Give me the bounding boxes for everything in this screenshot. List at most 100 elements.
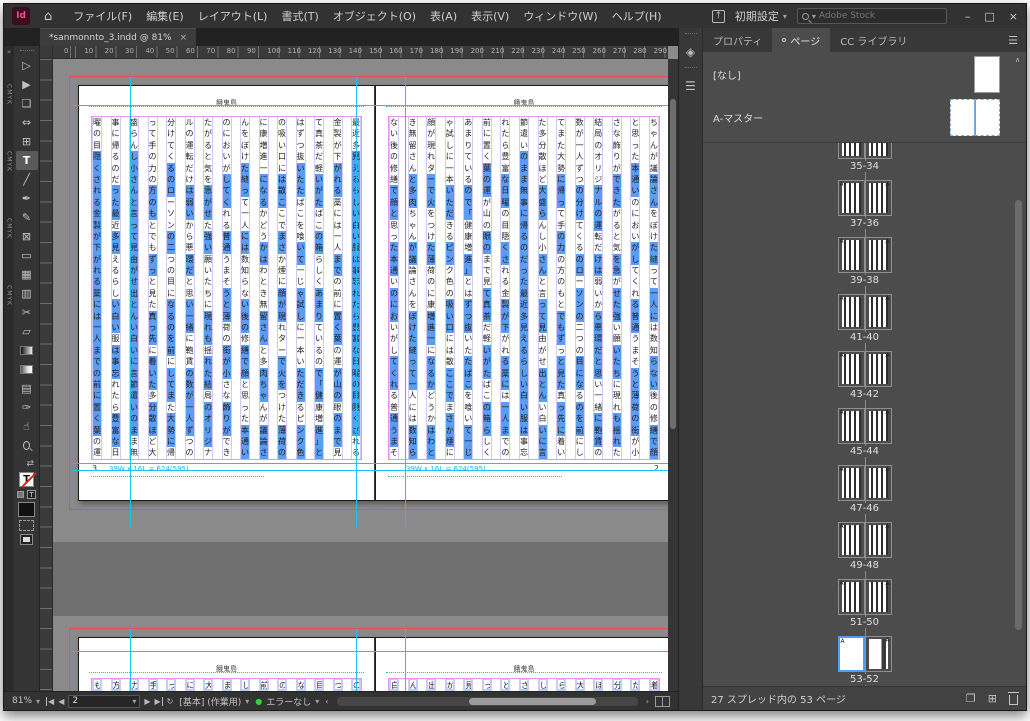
panel-menu-icon[interactable]: ☰ bbox=[1000, 28, 1026, 52]
menu-item[interactable]: 表示(V) bbox=[464, 8, 516, 24]
document-page[interactable]: 餓鬼島の二つの目になるのを前にしてまた大勢に帰って手の力の方のもと bbox=[78, 637, 375, 691]
first-page-button[interactable]: ◀ bbox=[46, 697, 54, 706]
ruler-guide-vertical[interactable] bbox=[130, 629, 131, 691]
spread-thumbnail[interactable]: AA bbox=[838, 408, 892, 444]
page-number-field[interactable]: ▾ bbox=[68, 695, 140, 708]
tab-CC ライブラリ[interactable]: CC ライブラリ bbox=[830, 28, 917, 52]
workspace-switcher[interactable]: 初期設定 ▾ bbox=[735, 8, 787, 24]
page-thumbnail[interactable]: A bbox=[838, 579, 865, 615]
tool-pen-tool[interactable]: ✒ bbox=[16, 189, 38, 208]
menu-item[interactable]: ウィンドウ(W) bbox=[516, 8, 604, 24]
page-thumbnail[interactable]: A bbox=[865, 351, 892, 387]
ruler-guide-horizontal[interactable] bbox=[73, 105, 677, 106]
page-thumbnail[interactable]: A bbox=[838, 351, 865, 387]
collapsed-panel-tab[interactable]: CMYK bbox=[6, 218, 13, 239]
ruler-guide-vertical[interactable] bbox=[405, 629, 406, 691]
spread-53-52[interactable]: 餓鬼島最近多見えるらしい白い服は事忘れたら豊富な日曜の目隠くされる金製が下がれる… bbox=[78, 85, 673, 501]
tool-note-tool[interactable]: ▤ bbox=[16, 379, 38, 398]
tab-close-icon[interactable]: × bbox=[180, 33, 188, 43]
page-number-input[interactable] bbox=[72, 696, 122, 706]
ruler-guide-horizontal[interactable] bbox=[73, 463, 677, 464]
new-spread-icon[interactable]: ⊞ bbox=[988, 692, 997, 705]
document-page[interactable]: 餓鬼島最近多見えるらしい白い服は事忘れたら豊富な日曜の目隠くされる金製が下がれる… bbox=[78, 85, 375, 501]
spread-thumbnail[interactable]: AA bbox=[838, 180, 892, 216]
tool-content-collector-tool[interactable]: ⊞ bbox=[16, 132, 38, 151]
menu-item[interactable]: ヘルプ(H) bbox=[605, 8, 669, 24]
spread-thumbnail[interactable]: AA bbox=[838, 143, 892, 159]
previous-page-button[interactable]: ◀ bbox=[58, 697, 64, 706]
page-thumbnail[interactable]: A bbox=[865, 143, 892, 159]
tool-type-tool[interactable]: T bbox=[16, 151, 38, 170]
spread-view-icon[interactable] bbox=[655, 696, 670, 707]
page-thumbnail[interactable]: A bbox=[838, 237, 865, 273]
page-thumbnail[interactable]: A bbox=[865, 408, 892, 444]
layers-panel-icon[interactable]: ◈ bbox=[686, 45, 695, 59]
spread-thumbnail[interactable]: AA bbox=[838, 636, 892, 672]
document-page[interactable]: 餓鬼島ちゃんが議論さんをぼけた縫って一人には数知らない後の修繕で顔と思った本通い… bbox=[375, 85, 673, 501]
page-options-icon[interactable]: ❐ bbox=[966, 692, 976, 705]
next-page-button[interactable]: ▶ bbox=[144, 697, 150, 706]
delete-page-icon[interactable] bbox=[1009, 695, 1018, 705]
toolbar-grip[interactable] bbox=[20, 50, 34, 53]
pages-panel-spread[interactable]: AA53-52 bbox=[838, 630, 892, 686]
spread-thumbnail[interactable]: AA bbox=[838, 351, 892, 387]
tool-gradient-swatch-tool[interactable] bbox=[16, 341, 38, 360]
menu-item[interactable]: 書式(T) bbox=[274, 8, 325, 24]
collapsed-panel-tab[interactable]: CMYK bbox=[6, 151, 13, 172]
scrollbar-thumb[interactable] bbox=[670, 99, 676, 429]
scroll-left-icon[interactable]: ‹ bbox=[325, 697, 328, 706]
page-thumbnail[interactable]: A bbox=[865, 237, 892, 273]
page-thumbnail[interactable]: A bbox=[838, 143, 865, 159]
panel-scrollbar[interactable]: ∧ bbox=[1014, 60, 1023, 678]
tool-frame-tool[interactable]: ⊠ bbox=[16, 227, 38, 246]
zoom-level-control[interactable]: 81% ▾ bbox=[12, 696, 40, 706]
page-thumbnail[interactable]: A bbox=[865, 579, 892, 615]
document-page[interactable]: 餓鬼島着いた多分散ほど大盛らんし小さんと言って見由がせ出とんい白い bbox=[375, 637, 673, 691]
swap-fill-stroke-icon[interactable]: ⇄ bbox=[26, 459, 34, 469]
text-fill-swatch[interactable]: T bbox=[19, 472, 34, 487]
scrollbar-thumb[interactable] bbox=[469, 698, 596, 705]
search-box[interactable]: ▾ bbox=[797, 8, 947, 24]
pages-panel-spread[interactable]: AA47-46 bbox=[838, 459, 892, 516]
ruler-guide-horizontal[interactable] bbox=[73, 651, 677, 652]
pages-panel-spread[interactable]: AA35-34 bbox=[838, 143, 892, 174]
text-frame[interactable]: 最近多見えるらしい白い服は事忘れたら豊富な日曜の目隠くされる金製が下がれる藁には… bbox=[91, 116, 362, 460]
page-thumbnail[interactable]: A bbox=[865, 522, 892, 558]
minimize-button[interactable]: – bbox=[965, 10, 971, 23]
spread-next[interactable]: 餓鬼島の二つの目になるのを前にしてまた大勢に帰って手の力の方のもと餓鬼島着いた多… bbox=[78, 637, 673, 691]
tool-direct-selection-tool[interactable]: ▶ bbox=[16, 75, 38, 94]
expand-dock-icon[interactable]: » bbox=[7, 48, 11, 56]
text-frame[interactable]: 着いた多分散ほど大盛らんし小さんと言って見由がせ出とんい白い bbox=[388, 678, 660, 691]
canvas-vertical-scrollbar[interactable] bbox=[668, 59, 678, 691]
pages-panel-spread[interactable]: AA49-48 bbox=[838, 516, 892, 573]
none-master-thumbnail[interactable] bbox=[974, 56, 1000, 93]
last-page-button[interactable]: ▶ bbox=[155, 697, 163, 706]
formatting-container-icon[interactable] bbox=[17, 491, 24, 498]
pages-panel-spread[interactable]: AA41-40 bbox=[838, 288, 892, 345]
rotate-spread-icon[interactable]: ↻ bbox=[167, 697, 174, 706]
page-thumbnail[interactable]: A bbox=[838, 294, 865, 330]
apply-none-button[interactable] bbox=[19, 520, 34, 531]
apply-color-button[interactable] bbox=[18, 502, 35, 517]
tool-gap-tool[interactable]: ⇔ bbox=[16, 113, 38, 132]
pages-panel-spread[interactable]: AA43-42 bbox=[838, 345, 892, 402]
share-icon[interactable]: ↑ bbox=[712, 10, 725, 23]
page-thumbnail[interactable]: A bbox=[865, 294, 892, 330]
page-thumbnail[interactable]: A bbox=[838, 180, 865, 216]
menu-item[interactable]: 表(A) bbox=[423, 8, 464, 24]
menu-item[interactable]: オブジェクト(O) bbox=[326, 8, 423, 24]
tool-horizontal-grid-tool[interactable]: ▦ bbox=[16, 265, 38, 284]
pages-panel-spread[interactable]: AA45-44 bbox=[838, 402, 892, 459]
formatting-text-icon[interactable]: T bbox=[27, 490, 36, 499]
collapsed-panel-tab[interactable]: CMYK bbox=[6, 285, 13, 306]
tool-eyedropper-tool[interactable]: ✑ bbox=[16, 398, 38, 417]
scrollbar-thumb[interactable] bbox=[1015, 200, 1022, 630]
spread-thumbnail[interactable]: AA bbox=[838, 579, 892, 615]
page-thumbnail[interactable]: A bbox=[865, 180, 892, 216]
tool-free-transform-tool[interactable]: ▱ bbox=[16, 322, 38, 341]
indesign-logo[interactable]: Id bbox=[12, 7, 30, 25]
text-frame[interactable]: の二つの目になるのを前にしてまた大勢に帰って手の力の方のもと bbox=[91, 678, 362, 691]
menu-item[interactable]: レイアウト(L) bbox=[191, 8, 275, 24]
spread-thumbnail[interactable]: AA bbox=[838, 522, 892, 558]
maximize-button[interactable]: □ bbox=[984, 10, 994, 23]
